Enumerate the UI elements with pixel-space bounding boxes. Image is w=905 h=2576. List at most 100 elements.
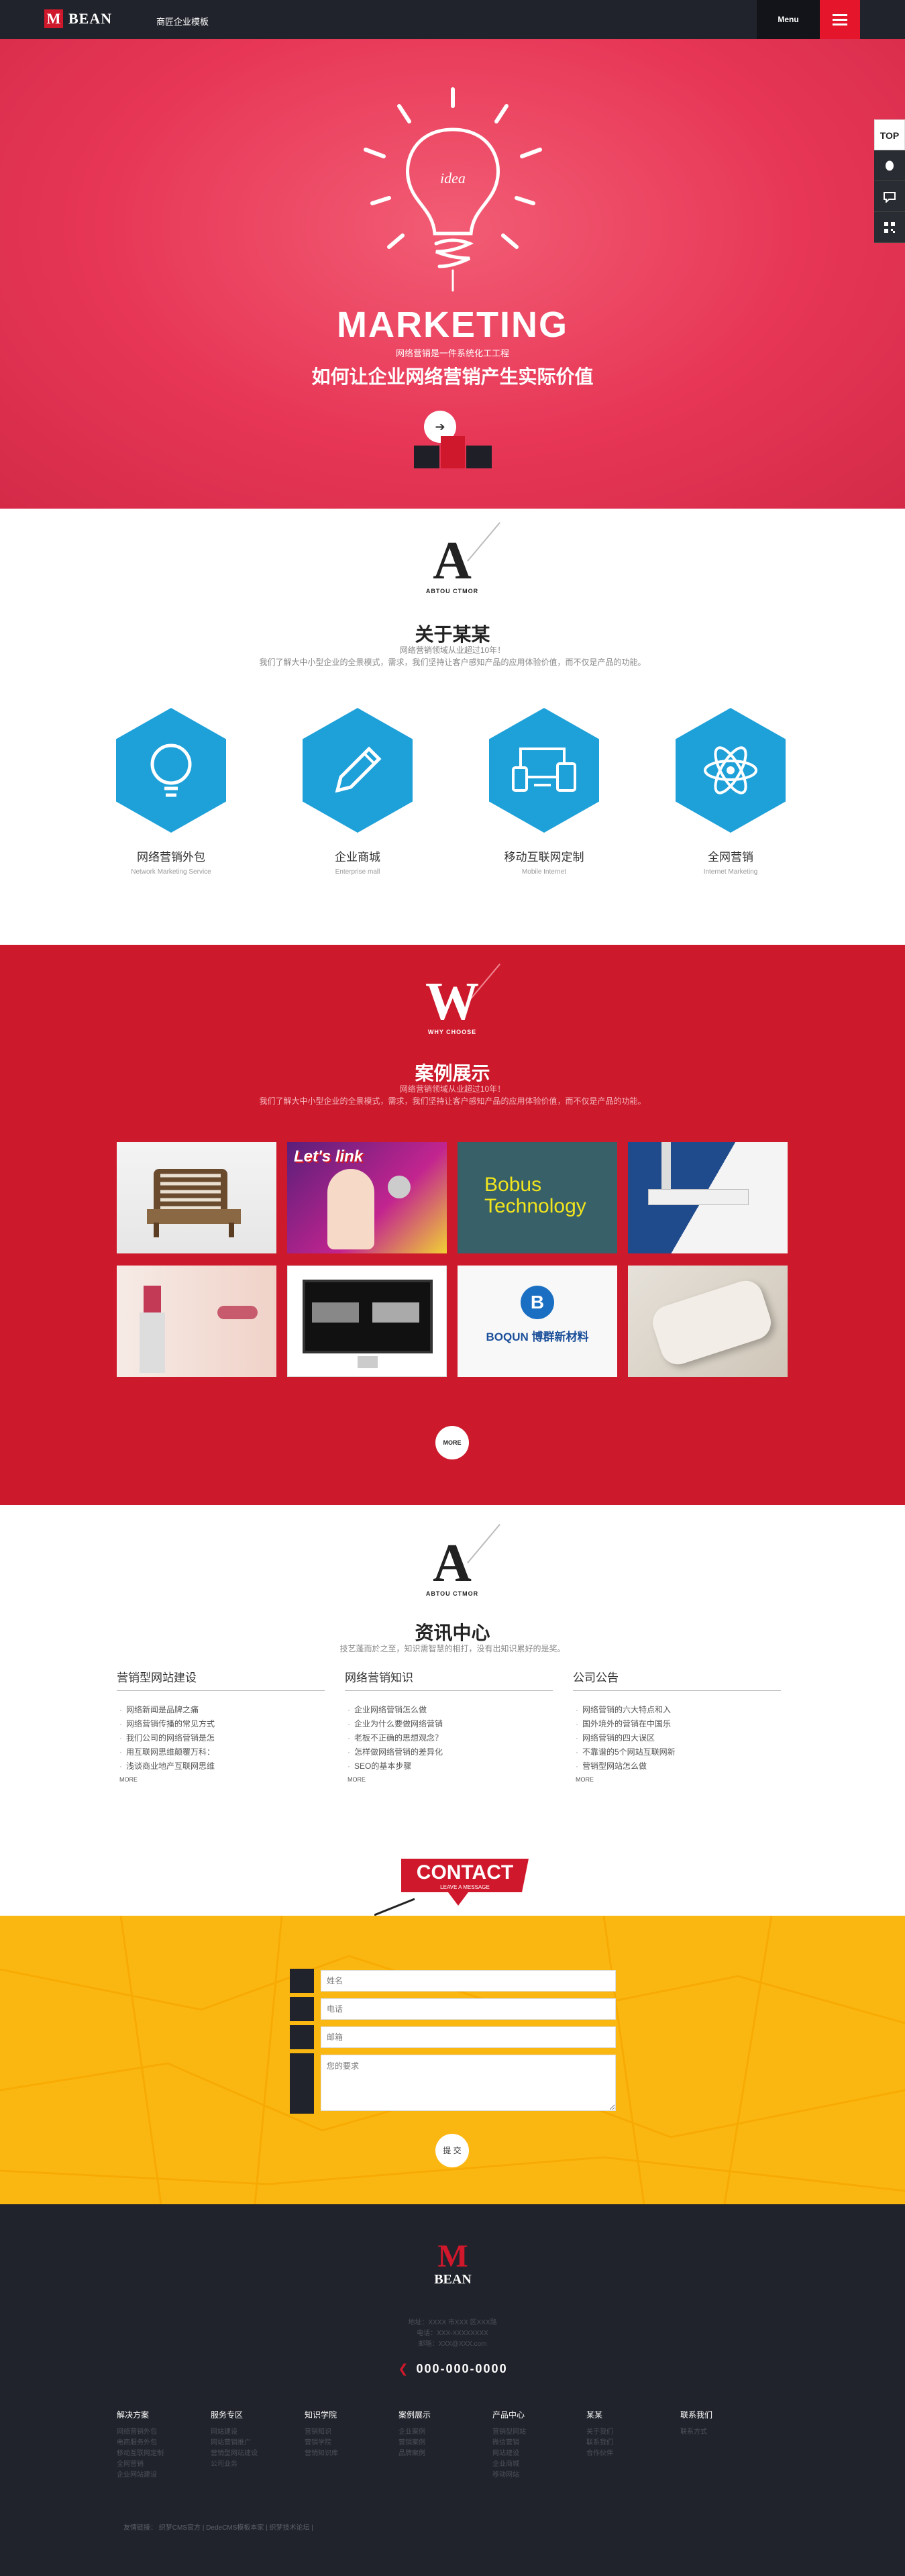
service-internet-marketing[interactable]: 全网营销 Internet Marketing <box>650 708 811 876</box>
case-item-music[interactable]: Let's link <box>287 1142 447 1253</box>
message-icon[interactable] <box>874 181 905 212</box>
news-more-link[interactable]: MORE <box>345 1776 553 1783</box>
service-hexagon[interactable] <box>303 708 413 833</box>
news-item[interactable]: 老板不正确的思想观念？ <box>345 1731 553 1745</box>
footer-link[interactable]: 营销型网站建设 <box>211 2449 298 2459</box>
name-field[interactable] <box>321 1970 616 1992</box>
footer-link[interactable]: 网络营销外包 <box>117 2427 204 2438</box>
friend-link[interactable]: 织梦技术论坛 <box>269 2524 309 2532</box>
footer-link[interactable]: 合作伙伴 <box>586 2449 674 2459</box>
footer-column: 某某 关于我们 联系我们 合作伙伴 <box>586 2409 674 2459</box>
phone-field[interactable] <box>321 1998 616 2020</box>
news-item[interactable]: 网络新闻是品牌之痛 <box>117 1703 325 1717</box>
news-item[interactable]: 不靠谱的5个网站互联网新 <box>573 1745 781 1759</box>
news-item[interactable]: 营销型网站怎么做 <box>573 1759 781 1773</box>
lipstick-tube <box>140 1312 165 1373</box>
friend-link[interactable]: DedeCMS模板本家 <box>206 2524 264 2532</box>
footer-link[interactable]: 企业案例 <box>398 2427 486 2438</box>
lipstick-tip <box>144 1286 161 1312</box>
submit-button[interactable]: 提 交 <box>435 2134 469 2167</box>
footer-column: 服务专区 网站建设 网站营销推广 营销型网站建设 公司业务 <box>211 2409 298 2470</box>
hero-subtitle: 如何让企业网络营销产生实际价值 <box>311 366 594 387</box>
footer-link[interactable]: 营销案例 <box>398 2438 486 2449</box>
slide-dot-active[interactable] <box>441 436 465 468</box>
news-column-title[interactable]: 网络营销知识 <box>345 1668 553 1691</box>
case-item-monitor[interactable] <box>287 1266 447 1377</box>
news-more-link[interactable]: MORE <box>117 1776 325 1783</box>
hamburger-menu-button[interactable] <box>820 0 860 39</box>
footer-link[interactable]: 企业网站建设 <box>117 2470 204 2481</box>
footer-link[interactable]: 营销知识库 <box>305 2449 392 2459</box>
footer-link[interactable]: 营销学院 <box>305 2438 392 2449</box>
back-to-top-button[interactable]: TOP <box>874 119 905 150</box>
footer-columns: 解决方案 网络营销外包 电商服务外包 移动互联网定制 全网营销 企业网站建设 服… <box>117 2409 789 2489</box>
footer-link[interactable]: 企业商城 <box>492 2459 580 2470</box>
footer-link[interactable]: 电商服务外包 <box>117 2438 204 2449</box>
case-item-bobus[interactable]: Bobus Technology <box>458 1142 617 1253</box>
logo[interactable]: M BEAN <box>44 9 112 28</box>
news-item[interactable]: 我们公司的网络营销是怎 <box>117 1731 325 1745</box>
footer-link[interactable]: 移动网站 <box>492 2470 580 2481</box>
case-item-boqun[interactable]: B BOQUN 博群新材料 <box>458 1266 617 1377</box>
service-network-marketing[interactable]: 网络营销外包 Network Marketing Service <box>91 708 252 876</box>
service-hexagon[interactable] <box>489 708 599 833</box>
footer-link[interactable]: 公司业务 <box>211 2459 298 2470</box>
service-mobile-internet[interactable]: 移动互联网定制 Mobile Internet <box>464 708 625 876</box>
footer-link[interactable]: 营销型网站 <box>492 2427 580 2438</box>
qrcode-icon[interactable] <box>874 212 905 243</box>
email-field[interactable] <box>321 2026 616 2048</box>
news-column-title[interactable]: 公司公告 <box>573 1668 781 1691</box>
news-column-title[interactable]: 营销型网站建设 <box>117 1668 325 1691</box>
footer-column: 解决方案 网络营销外包 电商服务外包 移动互联网定制 全网营销 企业网站建设 <box>117 2409 204 2481</box>
car-image <box>312 1302 359 1323</box>
slide-dot[interactable] <box>466 446 492 468</box>
cases-more-button[interactable]: MORE <box>435 1426 469 1459</box>
news-item[interactable]: 网络营销的六大特点和入 <box>573 1703 781 1717</box>
qq-icon[interactable] <box>874 150 905 181</box>
footer-link[interactable]: 品牌案例 <box>398 2449 486 2459</box>
case-item-device[interactable] <box>628 1266 788 1377</box>
case-item-hood[interactable] <box>628 1142 788 1253</box>
cases-section-mark: W WHY CHOOSE <box>412 975 492 1035</box>
footer-link[interactable]: 关于我们 <box>586 2427 674 2438</box>
friend-link[interactable]: 织梦CMS官方 <box>159 2524 201 2532</box>
case-item-chair[interactable] <box>117 1142 276 1253</box>
news-item[interactable]: 网络营销的四大误区 <box>573 1731 781 1745</box>
footer-link[interactable]: 移动互联网定制 <box>117 2449 204 2459</box>
about-desc: 我们了解大中小型企业的全景模式，需求，我们坚持让客户感知产品的应用体验价值，而不… <box>259 658 646 667</box>
news-item[interactable]: 企业为什么要做网络营销 <box>345 1717 553 1731</box>
news-item[interactable]: 企业网络营销怎么做 <box>345 1703 553 1717</box>
news-letter: A <box>433 1534 472 1593</box>
news-item[interactable]: 用互联网思维颠覆万科： <box>117 1745 325 1759</box>
hood-body <box>648 1189 749 1205</box>
case-item-lipstick[interactable] <box>117 1266 276 1377</box>
menu-label[interactable]: Menu <box>757 0 820 39</box>
service-name: 移动互联网定制 <box>504 851 584 864</box>
footer-link[interactable]: 联系我们 <box>586 2438 674 2449</box>
news-item[interactable]: SEO的基本步骤 <box>345 1759 553 1773</box>
footer-link[interactable]: 网站建设 <box>211 2427 298 2438</box>
footer-logo[interactable]: M BEAN <box>423 2240 483 2287</box>
news-item[interactable]: 怎样做网络营销的差异化 <box>345 1745 553 1759</box>
footer-link[interactable]: 全网营销 <box>117 2459 204 2470</box>
news-item[interactable]: 国外境外的营销在中国乐 <box>573 1717 781 1731</box>
slide-dot[interactable] <box>414 446 439 468</box>
mail-icon <box>290 2025 314 2049</box>
news-item[interactable]: 网络营销传播的常见方式 <box>117 1717 325 1731</box>
footer-link[interactable]: 网站建设 <box>492 2449 580 2459</box>
footer-link[interactable]: 微信营销 <box>492 2438 580 2449</box>
footer-column: 联系我们 联系方式 <box>680 2409 767 2438</box>
devices-icon <box>512 748 576 792</box>
footer-link[interactable]: 营销知识 <box>305 2427 392 2438</box>
lips-shape <box>217 1306 258 1319</box>
footer-link[interactable]: 网站营销推广 <box>211 2438 298 2449</box>
user-icon <box>290 1969 314 1993</box>
service-hexagon[interactable] <box>116 708 226 833</box>
service-enterprise-mall[interactable]: 企业商城 Enterprise mall <box>277 708 438 876</box>
footer-link[interactable]: 联系方式 <box>680 2427 767 2438</box>
service-name-en: Mobile Internet <box>521 868 567 876</box>
news-more-link[interactable]: MORE <box>573 1776 781 1783</box>
message-field[interactable] <box>321 2055 616 2111</box>
news-item[interactable]: 浅谈商业地产互联网思维 <box>117 1759 325 1773</box>
service-hexagon[interactable] <box>676 708 786 833</box>
